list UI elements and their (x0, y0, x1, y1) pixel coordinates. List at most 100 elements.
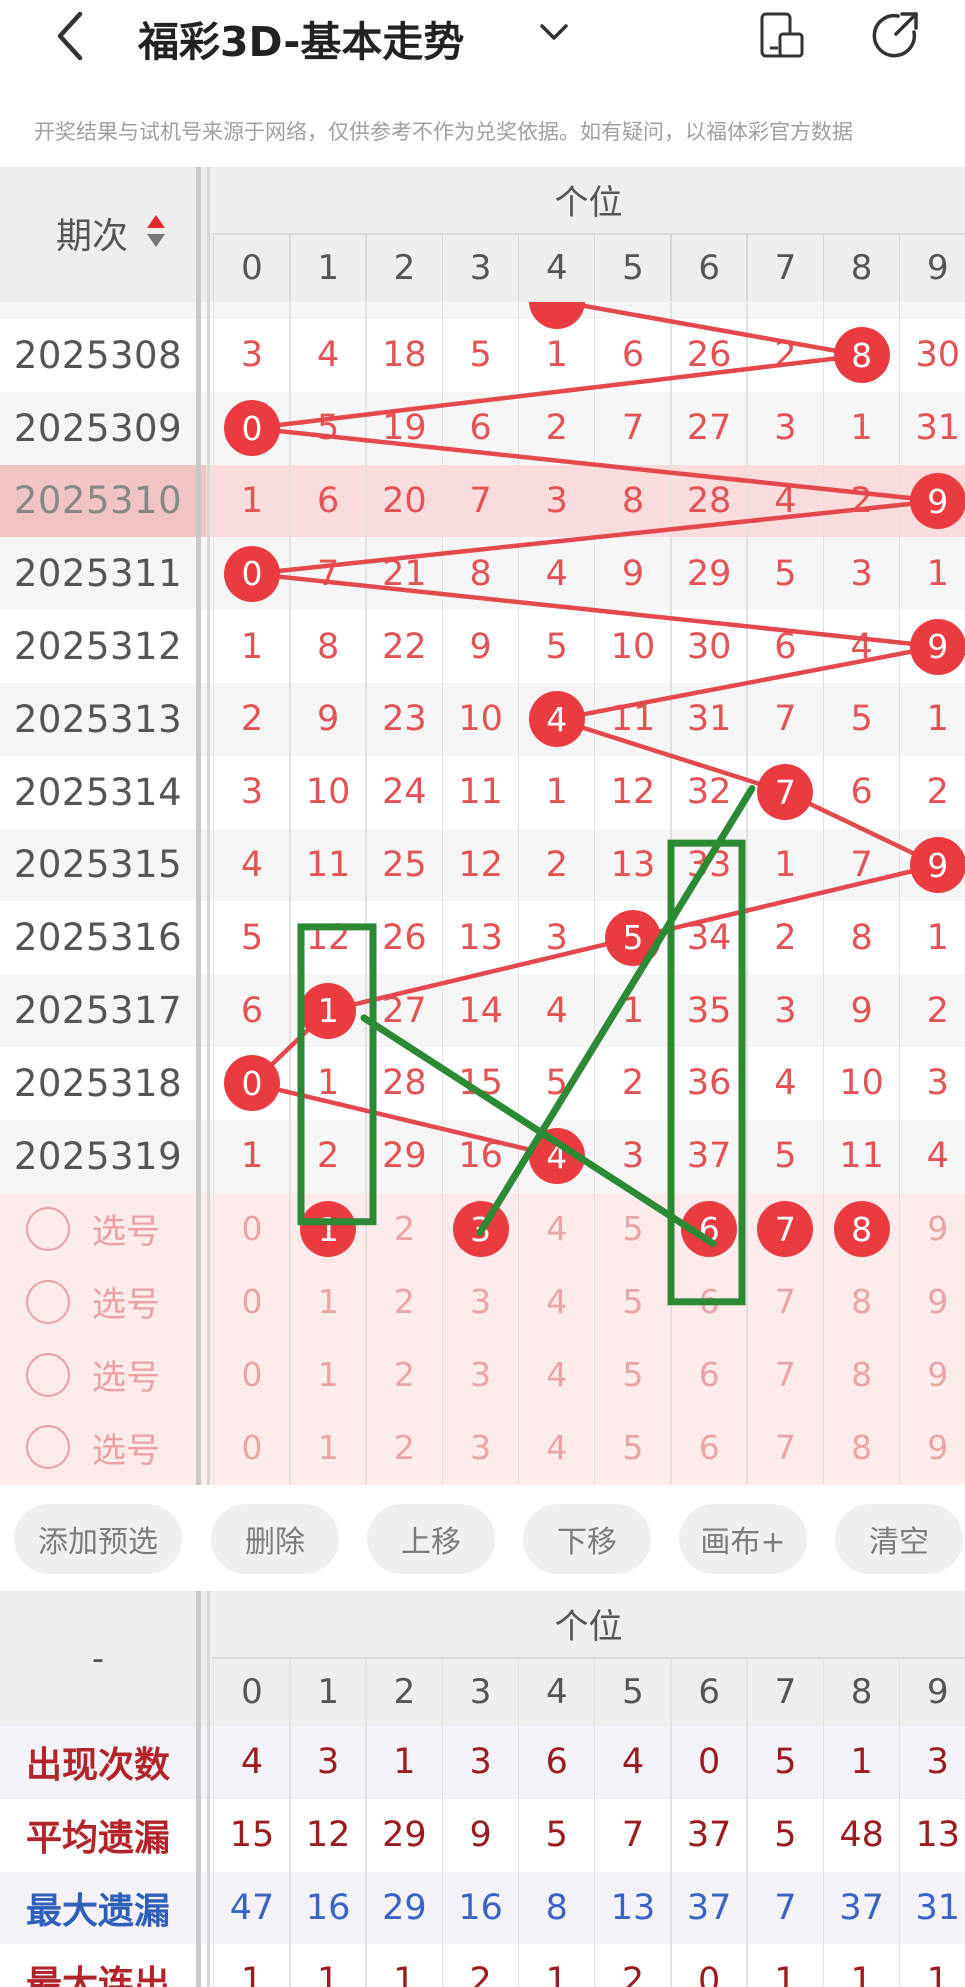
stats-cell: 6 (545, 1742, 568, 1783)
stats-row-label: 最大遗漏 (25, 1890, 170, 1932)
annotation-box (667, 839, 746, 1306)
stats-row-label: 最大连出 (25, 1963, 170, 1987)
trend-grid: 2025308 3 4 18 5 1 6 26 2 30 2025309 5 19 6 2 7 27 3 1 31 20… (0, 167, 965, 1485)
annotation-box (297, 923, 377, 1226)
digit-column-header: 9 (926, 1672, 949, 1712)
digit-column-header: 3 (469, 1672, 492, 1712)
stats-cell: 48 (839, 1815, 884, 1856)
stats-cell: 1 (393, 1960, 416, 1987)
canvas-plus-button[interactable]: 画布+ (679, 1504, 807, 1574)
frozen-divider (196, 167, 201, 302)
digit-column-header: 9 (926, 248, 949, 288)
stats-cell: 13 (610, 1887, 656, 1928)
digit-column-header: 8 (850, 248, 873, 288)
digit-column-header: 4 (545, 248, 568, 288)
stats-row-label: 出现次数 (25, 1745, 170, 1787)
action-bar: 添加预选 删除 上移 下移 画布+ 清空 (0, 1485, 965, 1591)
device-icon[interactable] (758, 10, 808, 62)
clear-button[interactable]: 清空 (835, 1504, 963, 1574)
column-divider (517, 235, 520, 301)
stats-cell: 31 (915, 1887, 961, 1928)
stats-cell: 1 (850, 1960, 873, 1987)
stats-cell: 29 (382, 1815, 427, 1856)
column-divider (746, 235, 748, 301)
add-preselect-button[interactable]: 添加预选 (14, 1504, 182, 1574)
column-divider (670, 235, 672, 301)
column-divider (212, 235, 215, 301)
digit-column-header: 1 (317, 1672, 339, 1712)
annotation-stroke (476, 785, 756, 1237)
column-divider (822, 235, 824, 301)
stats-cell: 2 (469, 1960, 492, 1987)
frozen-divider (196, 1591, 201, 1987)
digit-column-header: 7 (774, 248, 797, 288)
stats-cell: 47 (229, 1887, 275, 1928)
annotation-stroke (360, 1014, 717, 1248)
digit-column-header: 2 (393, 1672, 416, 1712)
stats-cell: 37 (686, 1887, 732, 1928)
column-divider (365, 235, 367, 301)
frozen-divider (207, 1591, 210, 1987)
stats-cell: 3 (317, 1742, 340, 1783)
chevron-down-icon[interactable] (536, 18, 572, 48)
stats-cell: 37 (839, 1887, 884, 1928)
stats-cell: 5 (545, 1815, 568, 1856)
stats-cell: 1 (850, 1742, 873, 1783)
stats-cell: 4 (621, 1742, 645, 1783)
stats-cell: 0 (698, 1742, 721, 1783)
digit-column-header: 5 (622, 1672, 644, 1712)
digit-column-header: 7 (774, 1672, 797, 1712)
stats-cell: 1 (926, 1960, 949, 1987)
stats-cell: 3 (926, 1742, 949, 1783)
stats-cell: 5 (774, 1815, 797, 1856)
column-divider (593, 235, 596, 301)
period-header[interactable]: 期次 (56, 207, 128, 259)
digit-column-header: 6 (698, 1672, 720, 1712)
share-icon[interactable] (868, 8, 922, 62)
stats-cell: 12 (305, 1815, 351, 1856)
stats-cell: 2 (621, 1960, 645, 1987)
stats-cell: 7 (774, 1887, 797, 1928)
annotation-layer (297, 785, 756, 1306)
move-down-button[interactable]: 下移 (523, 1504, 651, 1574)
stats-corner: - (91, 1638, 105, 1679)
stats-cell: 1 (240, 1960, 264, 1987)
group-header: 个位 (554, 182, 623, 223)
column-divider (441, 235, 443, 301)
stats-cell: 13 (915, 1815, 961, 1856)
stats-cell: 1 (393, 1742, 416, 1783)
page-title[interactable]: 福彩3D-基本走势 (138, 8, 464, 68)
stats-cell: 3 (469, 1742, 492, 1783)
stats-cell: 1 (317, 1960, 340, 1987)
disclaimer-notice: 开奖结果与试机号来源于网络，仅供参考不作为兑奖依据。如有疑问，以福体彩官方数据 (34, 120, 853, 144)
back-icon[interactable] (48, 4, 98, 64)
frozen-divider (207, 167, 210, 302)
stats-cell: 7 (621, 1815, 645, 1856)
digit-column-header: 8 (850, 1672, 873, 1712)
stats-cell: 1 (545, 1960, 568, 1987)
stats-cell: 4 (240, 1742, 264, 1783)
stats-cell: 37 (686, 1815, 732, 1856)
stats-cell: 0 (698, 1960, 721, 1987)
stats-cell: 5 (774, 1742, 797, 1783)
column-divider (898, 235, 901, 301)
delete-button[interactable]: 删除 (211, 1504, 339, 1574)
stats-cell: 16 (458, 1887, 503, 1928)
move-up-button[interactable]: 上移 (367, 1504, 495, 1574)
stats-cell: 9 (469, 1815, 492, 1856)
app-header: 福彩3D-基本走势 (0, 0, 965, 72)
digit-column-header: 3 (469, 248, 492, 288)
digit-column-header: 0 (241, 1672, 263, 1712)
digit-column-header: 0 (241, 248, 263, 288)
digit-column-header: 1 (317, 248, 339, 288)
column-divider (289, 235, 291, 301)
stats-group-header: 个位 (554, 1606, 623, 1647)
digit-column-header: 6 (698, 248, 720, 288)
digit-column-header: 4 (545, 1672, 568, 1712)
stats-row-label: 平均遗漏 (25, 1818, 170, 1860)
digit-column-header: 5 (622, 248, 644, 288)
stats-cell: 15 (229, 1815, 275, 1856)
sort-icon[interactable] (146, 213, 166, 249)
stats-cell: 29 (382, 1887, 427, 1928)
stats-cell: 1 (774, 1960, 797, 1987)
